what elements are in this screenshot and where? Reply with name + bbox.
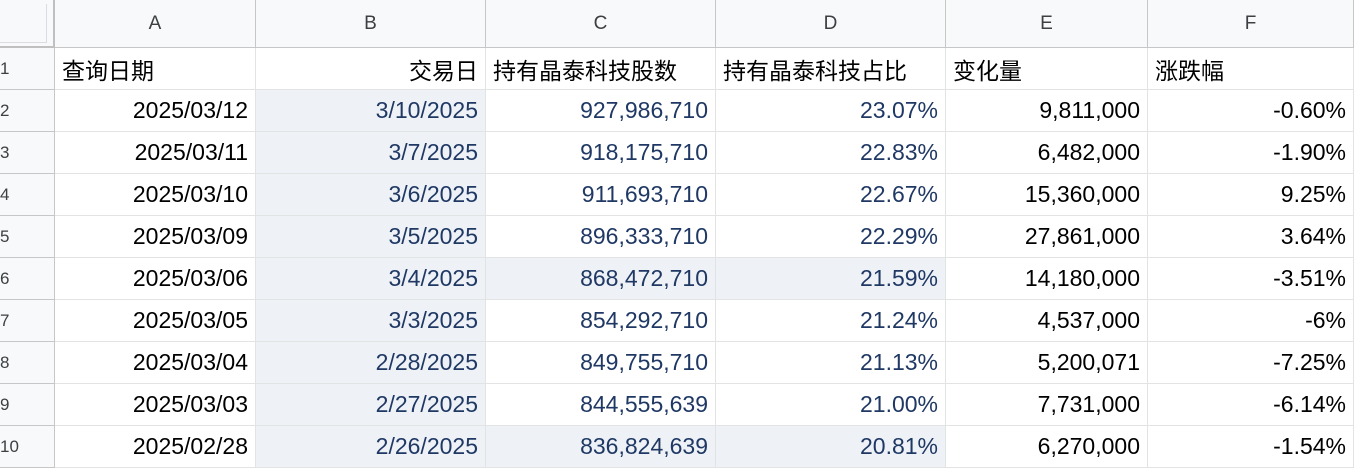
- cell-d5[interactable]: 22.29%: [716, 216, 946, 258]
- row-header-1[interactable]: 1: [0, 48, 55, 90]
- row-header-7[interactable]: 7: [0, 300, 55, 342]
- cell-e5[interactable]: 27,861,000: [946, 216, 1148, 258]
- cell-e7[interactable]: 4,537,000: [946, 300, 1148, 342]
- cell-a7[interactable]: 2025/03/05: [55, 300, 256, 342]
- cell-f3[interactable]: -1.90%: [1148, 132, 1354, 174]
- cell-d2[interactable]: 23.07%: [716, 90, 946, 132]
- column-header-e[interactable]: E: [946, 0, 1148, 48]
- cell-d6[interactable]: 21.59%: [716, 258, 946, 300]
- cell-b6[interactable]: 3/4/2025: [256, 258, 486, 300]
- cell-b5[interactable]: 3/5/2025: [256, 216, 486, 258]
- cell-f1[interactable]: 涨跌幅: [1148, 48, 1354, 90]
- row-header-6[interactable]: 6: [0, 258, 55, 300]
- cell-b9[interactable]: 2/27/2025: [256, 384, 486, 426]
- spreadsheet-grid: A B C D E F 1 查询日期 交易日 持有晶泰科技股数 持有晶泰科技占比…: [0, 0, 1354, 468]
- cell-c8[interactable]: 849,755,710: [486, 342, 716, 384]
- cell-e3[interactable]: 6,482,000: [946, 132, 1148, 174]
- cell-d10[interactable]: 20.81%: [716, 426, 946, 468]
- cell-b2[interactable]: 3/10/2025: [256, 90, 486, 132]
- cell-c4[interactable]: 911,693,710: [486, 174, 716, 216]
- cell-d4[interactable]: 22.67%: [716, 174, 946, 216]
- cell-a4[interactable]: 2025/03/10: [55, 174, 256, 216]
- row-header-9[interactable]: 9: [0, 384, 55, 426]
- column-header-a[interactable]: A: [55, 0, 256, 48]
- cell-e8[interactable]: 5,200,071: [946, 342, 1148, 384]
- select-all-corner[interactable]: [0, 0, 55, 48]
- cell-c9[interactable]: 844,555,639: [486, 384, 716, 426]
- cell-b3[interactable]: 3/7/2025: [256, 132, 486, 174]
- cell-e6[interactable]: 14,180,000: [946, 258, 1148, 300]
- cell-a2[interactable]: 2025/03/12: [55, 90, 256, 132]
- cell-a5[interactable]: 2025/03/09: [55, 216, 256, 258]
- cell-b7[interactable]: 3/3/2025: [256, 300, 486, 342]
- cell-f7[interactable]: -6%: [1148, 300, 1354, 342]
- cell-f5[interactable]: 3.64%: [1148, 216, 1354, 258]
- cell-f4[interactable]: 9.25%: [1148, 174, 1354, 216]
- cell-c1[interactable]: 持有晶泰科技股数: [486, 48, 716, 90]
- cell-a1[interactable]: 查询日期: [55, 48, 256, 90]
- cell-e2[interactable]: 9,811,000: [946, 90, 1148, 132]
- cell-f8[interactable]: -7.25%: [1148, 342, 1354, 384]
- cell-e1[interactable]: 变化量: [946, 48, 1148, 90]
- row-header-4[interactable]: 4: [0, 174, 55, 216]
- cell-b1[interactable]: 交易日: [256, 48, 486, 90]
- cell-c2[interactable]: 927,986,710: [486, 90, 716, 132]
- cell-e4[interactable]: 15,360,000: [946, 174, 1148, 216]
- cell-a9[interactable]: 2025/03/03: [55, 384, 256, 426]
- cell-e10[interactable]: 6,270,000: [946, 426, 1148, 468]
- cell-e9[interactable]: 7,731,000: [946, 384, 1148, 426]
- cell-a6[interactable]: 2025/03/06: [55, 258, 256, 300]
- cell-c10[interactable]: 836,824,639: [486, 426, 716, 468]
- cell-f9[interactable]: -6.14%: [1148, 384, 1354, 426]
- cell-b10[interactable]: 2/26/2025: [256, 426, 486, 468]
- column-header-f[interactable]: F: [1148, 0, 1354, 48]
- cell-a10[interactable]: 2025/02/28: [55, 426, 256, 468]
- row-header-3[interactable]: 3: [0, 132, 55, 174]
- cell-f2[interactable]: -0.60%: [1148, 90, 1354, 132]
- cell-c3[interactable]: 918,175,710: [486, 132, 716, 174]
- cell-a8[interactable]: 2025/03/04: [55, 342, 256, 384]
- cell-d1[interactable]: 持有晶泰科技占比: [716, 48, 946, 90]
- cell-c5[interactable]: 896,333,710: [486, 216, 716, 258]
- column-header-d[interactable]: D: [716, 0, 946, 48]
- column-header-b[interactable]: B: [256, 0, 486, 48]
- cell-d3[interactable]: 22.83%: [716, 132, 946, 174]
- column-header-c[interactable]: C: [486, 0, 716, 48]
- row-header-10[interactable]: 10: [0, 426, 55, 468]
- cell-d9[interactable]: 21.00%: [716, 384, 946, 426]
- row-header-2[interactable]: 2: [0, 90, 55, 132]
- cell-c7[interactable]: 854,292,710: [486, 300, 716, 342]
- row-header-8[interactable]: 8: [0, 342, 55, 384]
- cell-f6[interactable]: -3.51%: [1148, 258, 1354, 300]
- cell-c6[interactable]: 868,472,710: [486, 258, 716, 300]
- cell-d8[interactable]: 21.13%: [716, 342, 946, 384]
- cell-a3[interactable]: 2025/03/11: [55, 132, 256, 174]
- cell-d7[interactable]: 21.24%: [716, 300, 946, 342]
- cell-b4[interactable]: 3/6/2025: [256, 174, 486, 216]
- cell-b8[interactable]: 2/28/2025: [256, 342, 486, 384]
- row-header-5[interactable]: 5: [0, 216, 55, 258]
- cell-f10[interactable]: -1.54%: [1148, 426, 1354, 468]
